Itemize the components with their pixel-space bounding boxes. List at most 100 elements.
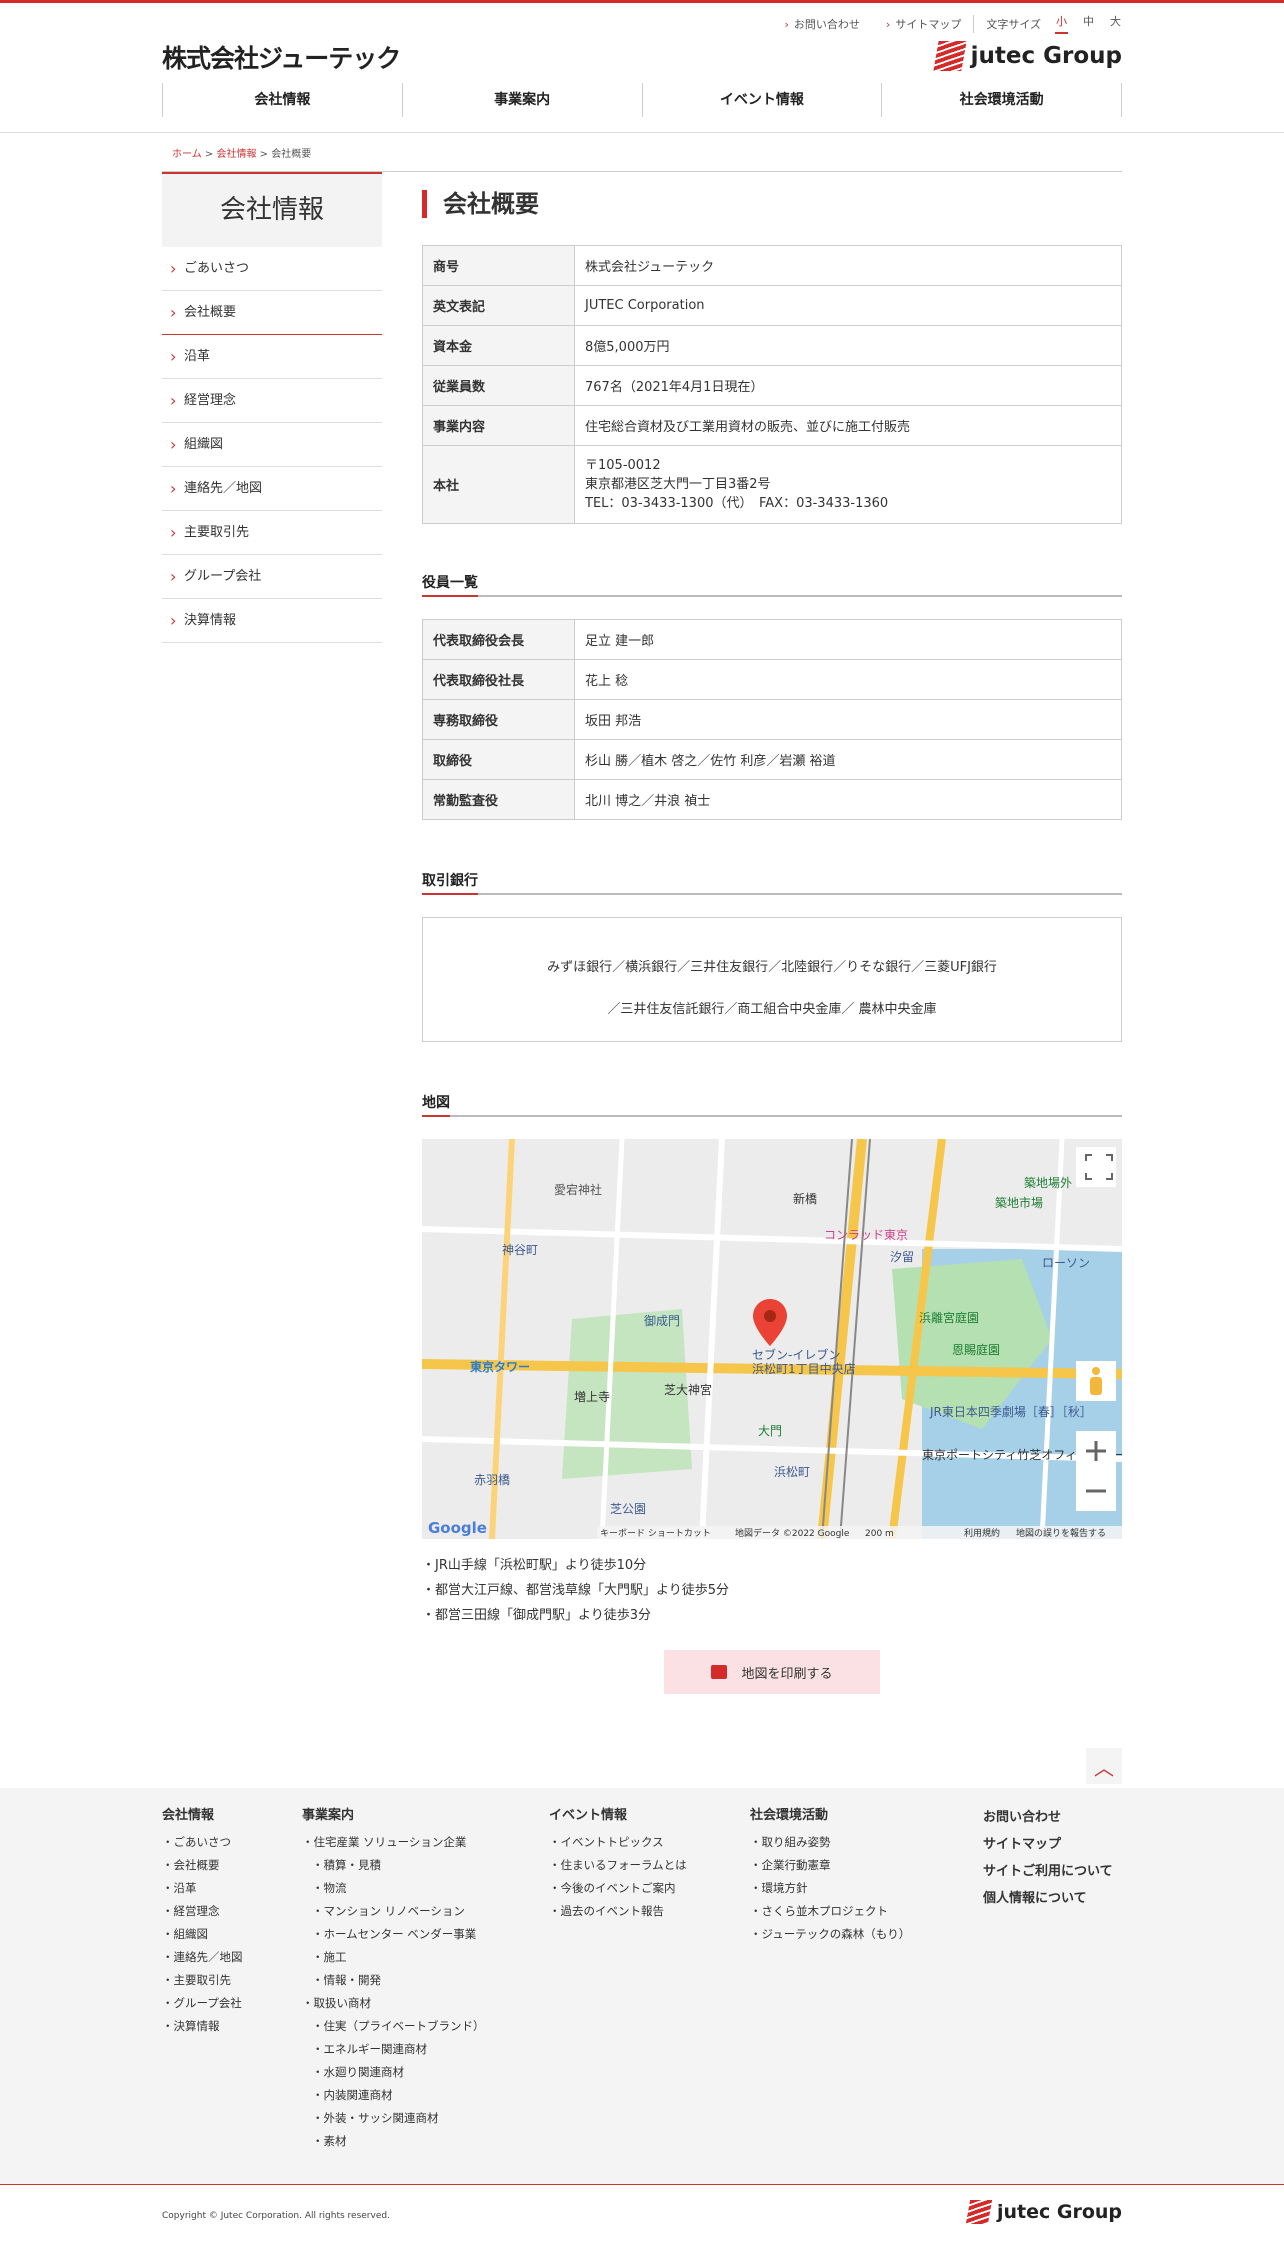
access-line: ・JR山手線「浜松町駅」より徒歩10分: [422, 1558, 647, 1573]
print-map-button[interactable]: 地図を印刷する: [664, 1650, 880, 1694]
sidebar-item-history[interactable]: 沿革: [162, 335, 382, 379]
table-row: 英文表記 JUTEC Corporation: [422, 285, 1122, 326]
breadcrumb-parent[interactable]: 会社情報: [216, 149, 256, 160]
page-top-button[interactable]: ︿: [1086, 1748, 1122, 1784]
footer-col-company: 会社情報 ごあいさつ 会社概要 沿革 経営理念 組織図 連絡先／地図 主要取引先…: [162, 1804, 243, 2038]
sidebar-item-philosophy[interactable]: 経営理念: [162, 379, 382, 423]
contact-link[interactable]: お問い合わせ: [785, 16, 860, 32]
row-label: 事業内容: [422, 405, 575, 446]
row-value: 住宅総合資材及び工業用資材の販売、並びに施工付販売: [574, 405, 1122, 446]
table-row: 代表取締役社長 花上 稔: [422, 659, 1122, 700]
sidebar-item-contact-map[interactable]: 連絡先／地図: [162, 467, 382, 511]
row-value: 767名（2021年4月1日現在）: [574, 365, 1122, 406]
sitemap-link[interactable]: サイトマップ: [886, 16, 961, 32]
map-heading: 地図: [422, 1092, 1122, 1117]
table-row: 取締役 杉山 勝／植木 啓之／佐竹 利彦／岩瀬 裕道: [422, 739, 1122, 780]
svg-text:恩賜庭園: 恩賜庭園: [952, 1342, 1000, 1357]
sidebar-item-org-chart[interactable]: 組織図: [162, 423, 382, 467]
svg-text:浜松町1丁目中央店: 浜松町1丁目中央店: [752, 1361, 856, 1376]
svg-text:増上寺: 増上寺: [574, 1390, 610, 1404]
svg-text:御成門: 御成門: [644, 1313, 680, 1328]
row-value: 杉山 勝／植木 啓之／佐竹 利彦／岩瀬 裕道: [574, 739, 1122, 780]
nav-business[interactable]: 事業案内: [401, 83, 642, 117]
row-label: 専務取締役: [422, 699, 575, 740]
row-label: 代表取締役会長: [422, 619, 575, 660]
site-logo[interactable]: 株式会社ジューテック: [162, 39, 401, 75]
banks-heading: 取引銀行: [422, 870, 1122, 895]
map-embed[interactable]: 愛宕神社 新橋 神谷町 コンラッド東京 汐留 築地場外 築地市場 浜離宮庭園 恩…: [422, 1139, 1122, 1539]
svg-text:浜松町: 浜松町: [774, 1465, 810, 1479]
font-size-medium[interactable]: 中: [1082, 13, 1095, 34]
row-label: 常勤監査役: [422, 779, 575, 820]
breadcrumb-current: 会社概要: [271, 149, 312, 160]
row-value: 足立 建一郎: [574, 619, 1122, 660]
svg-text:神谷町: 神谷町: [502, 1243, 538, 1257]
svg-text:浜離宮庭園: 浜離宮庭園: [919, 1310, 979, 1325]
font-size-small[interactable]: 小: [1055, 13, 1068, 34]
google-logo[interactable]: Google: [428, 1519, 487, 1537]
map-canvas[interactable]: 愛宕神社 新橋 神谷町 コンラッド東京 汐留 築地場外 築地市場 浜離宮庭園 恩…: [422, 1139, 1122, 1539]
font-size-label: 文字サイズ: [986, 17, 1041, 31]
fullscreen-button[interactable]: [1076, 1147, 1116, 1187]
copyright: Copyright © Jutec Corporation. All right…: [162, 2211, 390, 2221]
row-label: 英文表記: [422, 285, 575, 326]
breadcrumb-home[interactable]: ホーム: [172, 149, 202, 160]
global-nav: 会社情報 事業案内 イベント情報 社会環境活動: [162, 83, 1122, 117]
svg-text:地図の誤りを報告する[interactable]: 地図の誤りを報告する: [1016, 1527, 1106, 1539]
svg-text:大門: 大門: [758, 1424, 782, 1438]
svg-text:東京タワー: 東京タワー: [470, 1359, 530, 1374]
svg-text:キーボード ショートカット[interactable]: キーボード ショートカット: [600, 1528, 711, 1539]
nav-csr[interactable]: 社会環境活動: [881, 83, 1122, 117]
main-content: 会社概要 商号 株式会社ジューテック 英文表記 JUTEC Corporation …: [422, 190, 1122, 1694]
svg-text:JR東日本四季劇場［春］［秋］: JR東日本四季劇場［春］［秋］: [929, 1405, 1092, 1419]
row-value: JUTEC Corporation: [574, 285, 1122, 326]
banks-line-1: みずほ銀行／横浜銀行／三井住友銀行／北陸銀行／りそな銀行／三菱UFJ銀行: [547, 960, 997, 975]
zoom-out-button[interactable]: [1076, 1471, 1116, 1511]
footer-divider: [0, 2184, 1284, 2185]
group-logo-icon: [965, 2200, 993, 2224]
font-size-large[interactable]: 大: [1109, 13, 1122, 34]
footer-col-csr: 社会環境活動 取り組み姿勢 企業行動憲章 環境方針 さくら並木プロジェクト ジュ…: [750, 1804, 910, 1946]
svg-text:コンラッド東京: コンラッド東京: [824, 1228, 908, 1242]
footer-group-logo[interactable]: jutec Group: [965, 2200, 1122, 2224]
row-label: 代表取締役社長: [422, 659, 575, 700]
table-row: 本社 〒105-0012 東京都港区芝大門一丁目3番2号 TEL：03-3433…: [422, 445, 1122, 524]
sidebar-item-greeting[interactable]: ごあいさつ: [162, 247, 382, 291]
table-row: 従業員数 767名（2021年4月1日現在）: [422, 365, 1122, 406]
company-table: 商号 株式会社ジューテック 英文表記 JUTEC Corporation 資本金 8億…: [422, 245, 1122, 524]
table-row: 商号 株式会社ジューテック: [422, 245, 1122, 286]
table-row: 常勤監査役 北川 博之／井浪 禎士: [422, 779, 1122, 820]
svg-text:赤羽橋: 赤羽橋: [474, 1473, 510, 1487]
access-line: ・都営三田線「御成門駅」より徒歩3分: [422, 1608, 652, 1623]
svg-text:新橋: 新橋: [793, 1191, 817, 1206]
printer-icon: [711, 1665, 728, 1679]
sidebar-item-financials[interactable]: 決算情報: [162, 599, 382, 643]
row-value: 8億5,000万円: [574, 325, 1122, 366]
nav-events[interactable]: イベント情報: [641, 83, 882, 117]
sidebar-item-overview[interactable]: 会社概要: [162, 291, 382, 335]
address: 東京都港区芝大門一丁目3番2号: [585, 477, 771, 492]
nav-company[interactable]: 会社情報: [162, 83, 402, 117]
divider: [973, 14, 975, 33]
street-view-icon[interactable]: [1076, 1361, 1116, 1401]
svg-text:愛宕神社: 愛宕神社: [554, 1182, 602, 1197]
sidebar-item-clients[interactable]: 主要取引先: [162, 511, 382, 555]
group-logo[interactable]: jutec Group: [932, 41, 1122, 71]
row-value: 坂田 邦浩: [574, 699, 1122, 740]
sidebar-title: 会社情報: [162, 172, 382, 247]
svg-text:汐留: 汐留: [890, 1249, 914, 1264]
sidebar-item-group[interactable]: グループ会社: [162, 555, 382, 599]
postal-code: 〒105-0012: [585, 458, 661, 473]
officers-heading: 役員一覧: [422, 572, 1122, 597]
access-line: ・都営大江戸線、都営浅草線「大門駅」より徒歩5分: [422, 1583, 730, 1598]
svg-text:セブン-イレブン: セブン-イレブン: [752, 1347, 840, 1362]
row-value: 北川 博之／井浪 禎士: [574, 779, 1122, 820]
site-footer: 会社情報 ごあいさつ 会社概要 沿革 経営理念 組織図 連絡先／地図 主要取引先…: [0, 1788, 1284, 2184]
breadcrumb: ホーム > 会社情報 > 会社概要: [172, 149, 312, 160]
access-info: ・JR山手線「浜松町駅」より徒歩10分 ・都営大江戸線、都営浅草線「大門駅」より…: [422, 1553, 1122, 1628]
zoom-in-button[interactable]: [1076, 1431, 1116, 1471]
svg-text:利用規約[interactable]: 利用規約: [964, 1527, 1000, 1539]
footer-col-business: 事業案内 住宅産業 ソリューション企業 積算・見積 物流 マンション リノベーシ…: [302, 1804, 485, 2153]
table-row: 専務取締役 坂田 邦浩: [422, 699, 1122, 740]
row-label: 取締役: [422, 739, 575, 780]
